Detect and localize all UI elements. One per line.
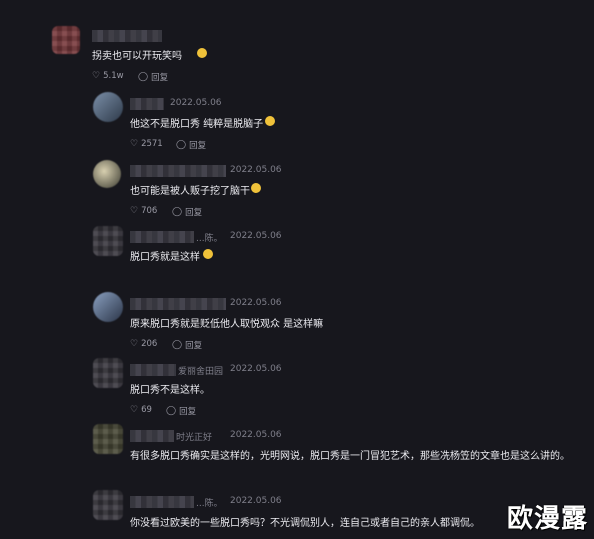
reply-label: 回复 xyxy=(151,73,169,83)
comment-date: 2022.05.06 xyxy=(230,364,282,374)
like-count: 5.1w xyxy=(103,71,124,81)
comment-date: 2022.05.06 xyxy=(230,430,282,440)
username[interactable]: 时光正好 xyxy=(176,430,212,443)
username-redacted[interactable] xyxy=(92,30,162,42)
reply-label: 回复 xyxy=(185,208,203,218)
emoji-icon xyxy=(197,48,207,58)
username-redacted[interactable] xyxy=(130,231,194,243)
reply-button[interactable]: ◯ 回复 xyxy=(166,405,196,417)
reply-bubble-icon: ◯ xyxy=(172,340,183,350)
like-count: 69 xyxy=(141,405,152,415)
reply-label: 回复 xyxy=(185,341,203,351)
like-button[interactable]: ♡ 706 xyxy=(130,206,157,216)
comment-text: 脱口秀就是这样 xyxy=(130,252,200,263)
comment-text: 原来脱口秀就是贬低他人取悦观众 是这样嘛 xyxy=(130,319,324,330)
reply-button[interactable]: ◯ 回复 xyxy=(138,71,168,83)
reply-bubble-icon: ◯ xyxy=(176,140,187,150)
avatar[interactable] xyxy=(93,490,123,520)
username-redacted[interactable] xyxy=(130,430,174,442)
like-button[interactable]: ♡ 2571 xyxy=(130,139,163,149)
like-button[interactable]: ♡ 206 xyxy=(130,339,157,349)
comment-date: 2022.05.06 xyxy=(230,496,282,506)
username-redacted[interactable] xyxy=(130,496,194,508)
comment-text: 有很多脱口秀确实是这样的，光明网说，脱口秀是一门冒犯艺术，那些冼杨笠的文章也是这… xyxy=(130,451,570,462)
reply-button[interactable]: ◯ 回复 xyxy=(172,206,202,218)
comment-date: 2022.05.06 xyxy=(230,298,282,308)
comment-text: 拐卖也可以开玩笑吗 xyxy=(92,51,182,62)
comment-text: 脱口秀不是这样。 xyxy=(130,385,210,396)
reply-label: 回复 xyxy=(189,141,207,151)
avatar[interactable] xyxy=(93,292,123,322)
like-button[interactable]: ♡ 5.1w xyxy=(92,71,124,81)
comment-text: 也可能是被人贩子挖了脑干 xyxy=(130,186,250,197)
username-redacted[interactable] xyxy=(130,298,226,310)
avatar[interactable] xyxy=(93,92,123,122)
reply-button[interactable]: ◯ 回复 xyxy=(172,339,202,351)
avatar[interactable] xyxy=(93,424,123,454)
like-count: 706 xyxy=(141,206,158,216)
comment-text: 你没看过欧美的一些脱口秀吗？不光调侃别人，连自己或者自己的亲人都调侃。 xyxy=(130,518,480,529)
heart-icon: ♡ xyxy=(130,405,139,415)
watermark: 欧漫露 xyxy=(506,504,588,534)
avatar[interactable] xyxy=(93,226,123,256)
reply-bubble-icon: ◯ xyxy=(166,406,177,416)
heart-icon: ♡ xyxy=(130,206,139,216)
comment-date: 2022.05.06 xyxy=(230,231,282,241)
emoji-icon xyxy=(251,183,261,193)
username[interactable]: ...陈。 xyxy=(196,231,223,244)
reply-button[interactable]: ◯ 回复 xyxy=(176,139,206,151)
emoji-icon xyxy=(203,249,213,259)
emoji-icon xyxy=(265,116,275,126)
comment-date: 2022.05.06 xyxy=(230,165,282,175)
username-redacted[interactable] xyxy=(130,364,176,376)
avatar[interactable] xyxy=(93,160,121,188)
username[interactable]: ...陈。 xyxy=(196,496,223,509)
like-count: 206 xyxy=(141,339,158,349)
heart-icon: ♡ xyxy=(130,139,139,149)
username-redacted[interactable] xyxy=(130,98,164,110)
heart-icon: ♡ xyxy=(92,71,101,81)
reply-bubble-icon: ◯ xyxy=(172,207,183,217)
username[interactable]: 爱丽舍田园 xyxy=(178,364,223,377)
heart-icon: ♡ xyxy=(130,339,139,349)
comment-date: 2022.05.06 xyxy=(170,98,222,108)
username-redacted[interactable] xyxy=(130,165,226,177)
comment-text: 他这不是脱口秀 纯粹是脱脑子 xyxy=(130,119,264,130)
like-count: 2571 xyxy=(141,139,163,149)
reply-label: 回复 xyxy=(179,407,197,417)
avatar[interactable] xyxy=(52,26,80,54)
reply-bubble-icon: ◯ xyxy=(138,72,149,82)
like-button[interactable]: ♡ 69 xyxy=(130,405,152,415)
avatar[interactable] xyxy=(93,358,123,388)
